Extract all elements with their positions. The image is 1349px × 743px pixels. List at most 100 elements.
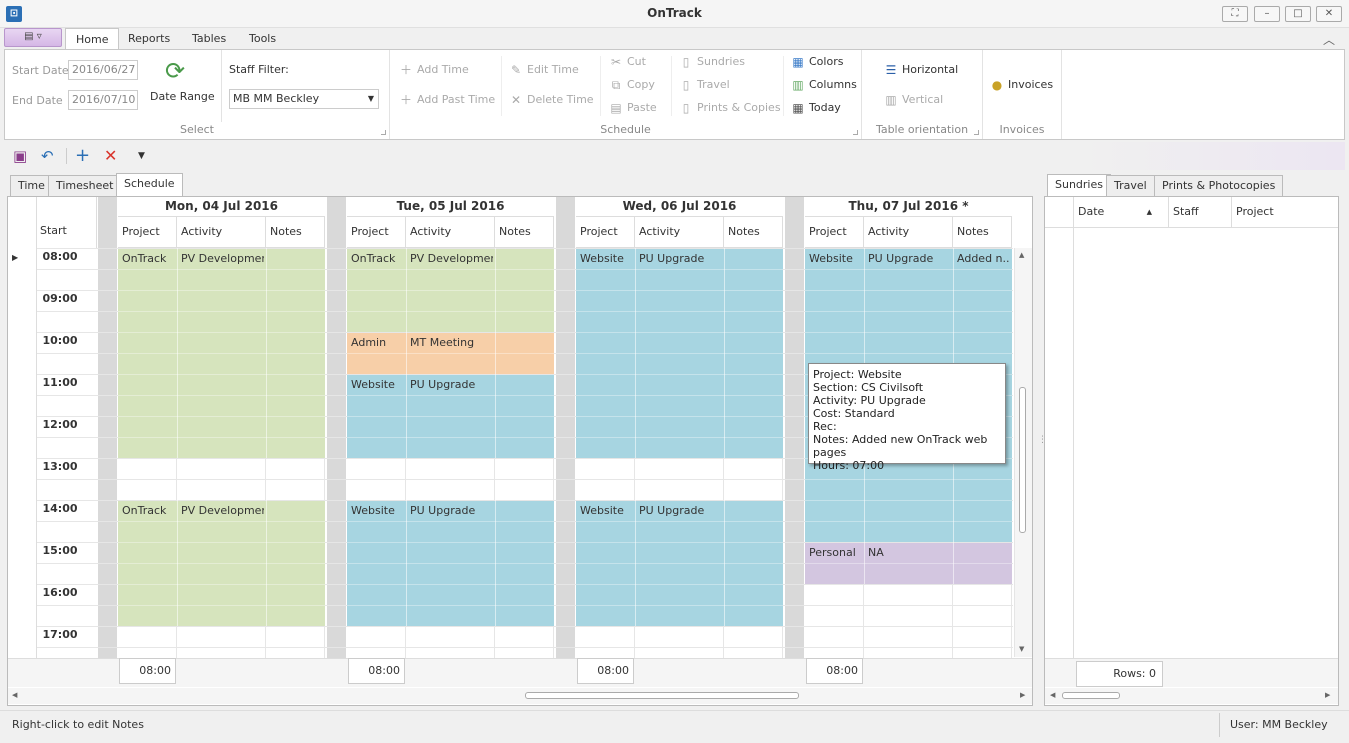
add-icon[interactable]: + [75, 147, 90, 165]
date-range-button[interactable]: Date Range [150, 90, 215, 103]
start-date-field[interactable]: 2016/06/27 [68, 60, 138, 80]
status-bar [0, 710, 1349, 743]
time-label: 13:00 [42, 460, 78, 473]
scroll-down-icon[interactable]: ▼ [1019, 645, 1024, 653]
horizontal-button[interactable]: ☰ Horizontal [884, 63, 959, 77]
vertical-label: Vertical [902, 93, 944, 106]
maximize-button[interactable]: □ [1285, 6, 1311, 22]
staff-filter-select[interactable]: MB MM Beckley ▼ [229, 89, 379, 109]
refresh-icon[interactable]: ⟳ [165, 58, 185, 84]
add-time-button[interactable]: ＋ Add Time [399, 63, 469, 77]
dialog-launcher-icon[interactable] [853, 130, 858, 135]
block-column-line [406, 248, 407, 332]
colors-button[interactable]: ▦ Colors [791, 55, 843, 69]
minimize-button[interactable]: – [1254, 6, 1280, 22]
column-header-activity[interactable]: Activity [177, 217, 266, 248]
invoices-button[interactable]: ● Invoices [990, 78, 1053, 92]
block-row-line [576, 584, 783, 585]
add-past-time-button[interactable]: ＋ Add Past Time [399, 93, 495, 107]
ribbon-tab-tables[interactable]: Tables [182, 28, 236, 50]
horizontal-scrollbar[interactable] [8, 688, 1032, 704]
edit-time-button[interactable]: ✎ Edit Time [509, 63, 579, 77]
block-row-line [576, 542, 783, 543]
end-date-field[interactable]: 2016/07/10 [68, 90, 138, 110]
fullscreen-button[interactable]: ⛶ [1222, 6, 1248, 22]
block-row-line [805, 311, 1012, 312]
ribbon-tab-tools[interactable]: Tools [239, 28, 286, 50]
column-header-activity[interactable]: Activity [406, 217, 495, 248]
block-row-line [576, 605, 783, 606]
app-menu-button[interactable]: ▤ ▿ [4, 28, 62, 47]
entry-activity: PV Development [181, 252, 264, 265]
sundries-grid[interactable] [1044, 196, 1339, 706]
column-header-notes[interactable]: Notes [724, 217, 783, 248]
select-group: Start Date 2016/06/27 End Date 2016/07/1… [5, 50, 390, 139]
column-header-activity[interactable]: Activity [864, 217, 953, 248]
columns-button[interactable]: ▥ Columns [791, 78, 857, 92]
select-group-label: Select [180, 123, 214, 136]
sundries-staff-header[interactable]: Staff [1169, 197, 1232, 228]
column-header-notes[interactable]: Notes [495, 217, 554, 248]
document-icon: ▯ [682, 55, 690, 69]
customize-toolbar-icon[interactable]: ▼ [138, 148, 145, 164]
scroll-right-icon[interactable]: ▶ [1325, 691, 1330, 699]
tab-prints-photocopies[interactable]: Prints & Photocopies [1154, 175, 1284, 197]
sundries-scroll-thumb[interactable] [1062, 692, 1120, 699]
vertical-button[interactable]: ▥ Vertical [884, 93, 943, 107]
paste-button[interactable]: ▤ Paste [609, 101, 656, 115]
prints-copies-button[interactable]: ▯ Prints & Copies [679, 101, 781, 115]
tooltip-project: Project: Website [813, 368, 902, 381]
horizontal-scroll-thumb[interactable] [525, 692, 799, 699]
column-header-project[interactable]: Project [576, 217, 635, 248]
day-header: Mon, 04 Jul 2016 [118, 197, 325, 217]
entry-project: Website [580, 504, 624, 517]
scroll-left-icon[interactable]: ◀ [1050, 691, 1055, 699]
tab-travel[interactable]: Travel [1106, 175, 1155, 197]
tooltip-section: Section: CS Civilsoft [813, 381, 924, 394]
sundries-project-header[interactable]: Project [1232, 197, 1338, 228]
tab-time[interactable]: Time [10, 175, 53, 197]
tab-sundries[interactable]: Sundries [1047, 174, 1111, 197]
entry-activity: PU Upgrade [410, 504, 476, 517]
cut-button[interactable]: ✂ Cut [609, 55, 646, 69]
scroll-left-icon[interactable]: ◀ [12, 691, 17, 699]
column-header-notes[interactable]: Notes [266, 217, 325, 248]
add-past-time-label: Add Past Time [417, 93, 496, 106]
ribbon-tab-home[interactable]: Home [65, 28, 120, 50]
delete-icon[interactable]: ✕ [104, 148, 117, 164]
block-row-line [118, 353, 325, 354]
dialog-launcher-icon[interactable] [381, 130, 386, 135]
entry-activity: PV Development [410, 252, 493, 265]
orientation-group: ☰ Horizontal ▥ Vertical Table orientation [862, 50, 983, 139]
vertical-scroll-thumb[interactable] [1019, 387, 1026, 533]
ribbon-tab-reports[interactable]: Reports [118, 28, 180, 50]
column-header-project[interactable]: Project [118, 217, 177, 248]
today-button[interactable]: ▦ Today [791, 101, 841, 115]
delete-time-button[interactable]: ✕ Delete Time [509, 93, 594, 107]
block-row-line [118, 521, 325, 522]
tab-schedule[interactable]: Schedule [116, 173, 183, 196]
block-row-line [576, 290, 783, 291]
tab-timesheet[interactable]: Timesheet [48, 175, 122, 197]
column-header-activity[interactable]: Activity [635, 217, 724, 248]
time-label: 12:00 [42, 418, 78, 431]
save-icon[interactable]: ▣ [13, 148, 27, 164]
block-row-line [347, 521, 554, 522]
scroll-right-icon[interactable]: ▶ [1020, 691, 1025, 699]
undo-icon[interactable]: ↶ [41, 148, 54, 164]
copy-button[interactable]: ⧉ Copy [609, 78, 655, 92]
scroll-up-icon[interactable]: ▲ [1019, 251, 1024, 259]
collapse-ribbon-icon[interactable]: ︿ [1323, 31, 1335, 48]
sundries-button[interactable]: ▯ Sundries [679, 55, 745, 69]
column-header-notes[interactable]: Notes [953, 217, 1012, 248]
close-button[interactable]: ✕ [1316, 6, 1342, 22]
coins-icon: ● [991, 78, 1003, 92]
block-row-line [805, 521, 1012, 522]
dialog-launcher-icon[interactable] [974, 130, 979, 135]
travel-button[interactable]: ▯ Travel [679, 78, 730, 92]
sundries-date-header[interactable]: Date ▲ [1074, 197, 1169, 228]
start-column-header[interactable]: Start [40, 224, 67, 237]
column-header-project[interactable]: Project [347, 217, 406, 248]
block-row-line [576, 563, 783, 564]
column-header-project[interactable]: Project [805, 217, 864, 248]
